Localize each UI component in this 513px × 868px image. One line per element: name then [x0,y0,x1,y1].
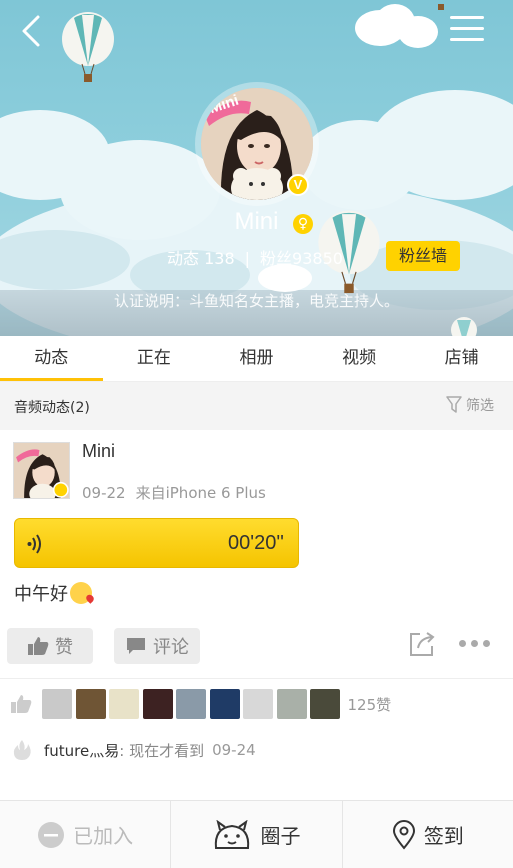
dot-icon [471,640,478,647]
profile-name: Mini [234,208,279,235]
profile-stats: 动态 138 | 粉丝93850 [167,245,343,269]
like-count[interactable]: 125赞 [348,694,392,715]
thumbs-up-icon [11,695,32,713]
hot-air-balloon-icon [438,4,444,10]
liker-avatar[interactable] [276,689,307,719]
checkin-button[interactable]: 签到 [343,801,513,868]
back-button[interactable] [18,14,48,48]
comment-text: : 现在才看到 [119,741,205,760]
post-meta: 09-22 来自iPhone 6 Plus [82,482,266,503]
profile-avatar[interactable]: Mini V [195,82,319,206]
liker-avatar[interactable] [75,689,106,719]
menu-icon-line [450,16,484,19]
comment-icon [127,638,145,654]
liker-avatar[interactable] [142,689,173,719]
fan-wall-button[interactable]: 粉丝墙 [386,241,460,271]
fire-icon [13,740,31,760]
verification-text: 认证说明：斗鱼知名女主播，电竞主持人。 [113,292,399,310]
post-author-name[interactable]: Mini [82,441,115,462]
mascot-icon [215,819,250,849]
like-label: 赞 [55,637,73,658]
comment-time: 09-24 [212,741,256,759]
comment-button[interactable]: 评论 [114,628,200,664]
divider [0,678,513,679]
tab-video[interactable]: 视频 [308,336,411,381]
post-author-avatar[interactable] [13,442,70,499]
dot-icon [483,640,490,647]
filter-button[interactable]: 筛选 [446,395,494,415]
thumbs-up-icon [28,637,49,655]
verified-badge-icon: V [287,174,309,196]
likes-row: 125赞 [10,688,391,720]
liker-avatar[interactable] [176,689,206,719]
audio-player[interactable]: 00'20'' [14,518,299,568]
dot-icon [459,640,466,647]
share-icon[interactable] [408,630,436,658]
filter-icon [446,396,462,413]
female-icon: ♀ [293,214,313,234]
comment-label: 评论 [153,637,189,658]
filter-label: 筛选 [466,398,494,414]
menu-button[interactable] [450,16,484,44]
liker-avatar[interactable] [209,689,240,719]
checkin-label: 签到 [423,824,464,848]
minus-circle-icon [38,821,65,848]
liker-avatar[interactable] [243,689,273,719]
liker-avatar[interactable] [310,689,340,719]
hot-air-balloon-icon [62,12,114,82]
stats-separator: | [244,249,251,268]
bottom-bar: 已加入 圈子 签到 [0,800,513,868]
menu-icon-line [450,38,484,41]
tab-album[interactable]: 相册 [205,336,308,381]
post-date: 09-22 [82,484,126,502]
liker-avatar[interactable] [109,689,139,719]
kiss-emoji-icon [70,582,92,604]
joined-button[interactable]: 已加入 [0,801,172,868]
tab-dynamic[interactable]: 动态 [0,336,103,381]
tab-now[interactable]: 正在 [103,336,206,381]
post-source: 来自iPhone 6 Plus [135,484,266,502]
fans-count[interactable]: 粉丝93850 [260,249,343,268]
comment-user[interactable]: future灬易 [44,740,119,761]
circle-button[interactable]: 圈子 [171,801,343,868]
cloud-decoration [398,16,438,48]
section-header: 音频动态(2) 筛选 [0,382,513,430]
audio-wave-icon [27,534,41,554]
profile-tabs: 动态 正在 相册 视频 店铺 [0,336,513,382]
more-options-button[interactable] [459,640,495,647]
post-text-content: 中午好 [14,584,68,605]
post-text: 中午好 [14,580,92,606]
comment-row: future灬易: 现在才看到 09-24 [10,738,256,762]
circle-label: 圈子 [260,824,301,848]
section-title: 音频动态(2) [14,400,90,416]
location-pin-icon [392,819,415,850]
menu-icon-line [450,27,484,30]
liker-avatars [42,689,344,719]
hot-air-balloon-icon [451,317,477,336]
profile-header: Mini V Mini ♀ 动态 138 | 粉丝93850 粉丝墙 认证说明：斗鱼… [0,0,513,336]
tab-shop[interactable]: 店铺 [410,336,513,381]
joined-label: 已加入 [73,824,134,848]
posts-count[interactable]: 动态 138 [167,249,235,268]
audio-duration: 00'20'' [228,532,284,554]
like-button[interactable]: 赞 [7,628,93,664]
post-avatar-image [14,443,69,498]
liker-avatar[interactable] [42,689,72,719]
